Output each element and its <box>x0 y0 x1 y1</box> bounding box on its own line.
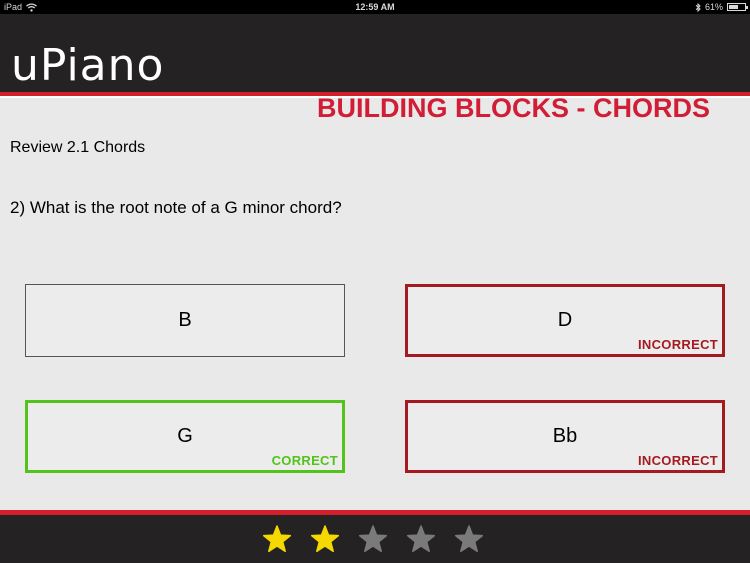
star-empty-icon <box>406 525 436 553</box>
answer-button-bb[interactable]: Bb INCORRECT <box>405 400 725 473</box>
status-time: 12:59 AM <box>355 2 395 12</box>
footer-bar <box>0 515 750 563</box>
app-title: uPiano <box>11 40 165 91</box>
app-header: uPiano <box>0 14 750 92</box>
star-rating <box>262 524 484 554</box>
answer-label: Bb <box>552 425 578 447</box>
correct-badge: CORRECT <box>271 453 338 468</box>
star-filled-icon <box>262 525 292 553</box>
answer-label: D <box>557 309 573 331</box>
star-filled-icon <box>310 525 340 553</box>
answer-label: B <box>178 309 192 331</box>
battery-percent: 61% <box>704 2 723 12</box>
answer-button-d[interactable]: D INCORRECT <box>405 284 725 357</box>
star-empty-icon <box>454 525 484 553</box>
section-title: BUILDING BLOCKS - CHORDS <box>317 93 710 123</box>
answer-button-g[interactable]: G CORRECT <box>25 400 345 473</box>
battery-icon <box>727 3 748 11</box>
answer-button-b[interactable]: B <box>25 284 345 357</box>
star-empty-icon <box>358 525 388 553</box>
question-text: 2) What is the root note of a G minor ch… <box>10 198 342 217</box>
review-label: Review 2.1 Chords <box>10 139 146 156</box>
answer-label: G <box>177 425 193 447</box>
incorrect-badge: INCORRECT <box>638 337 718 352</box>
incorrect-badge: INCORRECT <box>638 453 718 468</box>
status-bar: iPad 12:59 AM 61% <box>0 0 750 14</box>
bluetooth-icon <box>695 2 701 12</box>
